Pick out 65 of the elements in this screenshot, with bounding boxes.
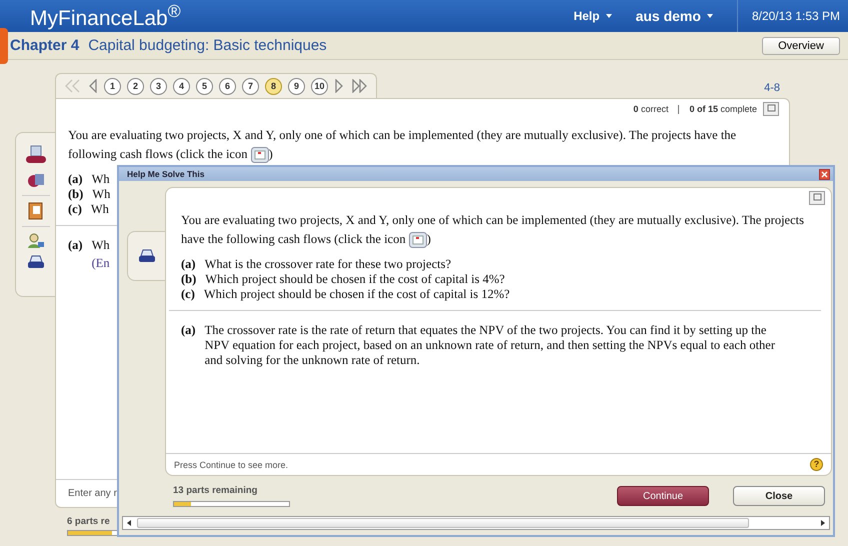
part-text: Wh <box>92 172 110 187</box>
side-tab[interactable] <box>127 231 165 281</box>
chapter-title: Capital budgeting: Basic techniques <box>88 37 327 54</box>
window-icon[interactable] <box>763 102 779 116</box>
window-icon[interactable] <box>809 191 825 205</box>
hint-text: (En <box>92 256 110 271</box>
close-icon[interactable] <box>819 168 830 180</box>
menu-button[interactable]: aus demo <box>636 8 713 24</box>
person-icon[interactable] <box>26 233 44 249</box>
part-letter: (a) <box>181 257 196 272</box>
question-number[interactable]: 3 <box>150 78 167 94</box>
question-number[interactable]: 4 <box>173 78 190 94</box>
horizontal-scrollbar[interactable] <box>122 516 830 530</box>
complete-count: 0 of 15 complete <box>689 104 757 114</box>
table-icon[interactable] <box>250 147 269 164</box>
part-letter: (c) <box>68 202 82 217</box>
printer-icon[interactable] <box>26 255 44 269</box>
previous-icon[interactable] <box>88 79 98 93</box>
part-letter: (a) <box>68 172 83 187</box>
caret-icon <box>706 14 713 18</box>
part-letter: (a) <box>68 238 83 254</box>
printer-icon[interactable] <box>138 249 156 263</box>
part-text: Wh <box>90 202 109 217</box>
scroll-left-icon[interactable] <box>125 519 133 527</box>
scroll-thumb[interactable] <box>137 518 749 528</box>
question-number[interactable]: 5 <box>196 78 213 94</box>
parts-remaining: 13 parts remaining <box>173 485 258 496</box>
continue-hint: Press Continue to see more. <box>174 460 288 470</box>
part-letter: (c) <box>181 287 195 302</box>
last-icon[interactable] <box>350 79 368 93</box>
part-text: Wh <box>92 187 110 202</box>
part-text: What is the crossover rate for these two projects? <box>204 257 452 272</box>
correct-count: 0 correct <box>633 104 668 114</box>
question-number[interactable]: 9 <box>288 78 305 94</box>
question-number[interactable]: 2 <box>127 78 144 94</box>
part-text: Which project should be chosen if the cost of capital is 12%? <box>204 287 510 302</box>
overview-button[interactable]: Overview <box>762 36 840 54</box>
question-text: You are evaluating two projects, X and Y, only one of which can be implemented (they are mutually exclusive). The projects have the following cash flows (click the icon ) <box>181 211 821 249</box>
logo: MyFinanceLab$^{®}$ <box>30 1 181 31</box>
part-letter: (b) <box>68 187 84 202</box>
notebook-icon[interactable] <box>28 202 44 220</box>
menu-button[interactable]: Help <box>574 9 612 23</box>
part-letter: (b) <box>181 272 196 287</box>
explanation-text: The crossover rate is the rate of return that equates the NPV of the two projects. You can find it by setting up the NPV equation for each project, based on an unknown rate of return, and then setting the NPVs equal to each other and solving for the unknown rate of return. <box>204 323 776 368</box>
part-text: Which project should be chosen if the cost of capital is 4%? <box>205 272 505 287</box>
question-number[interactable]: 1 <box>104 78 121 94</box>
table-icon[interactable] <box>408 232 427 248</box>
scroll-right-icon[interactable] <box>819 519 827 527</box>
close-button[interactable]: Close <box>733 486 825 506</box>
question-number[interactable]: 7 <box>242 78 259 94</box>
help-button[interactable]: ? <box>810 458 823 471</box>
dialog-title: Help Me Solve This <box>127 169 204 179</box>
parts-remaining: 6 parts re <box>67 516 110 527</box>
entry-hint: Enter any r <box>68 488 117 499</box>
question-number[interactable]: 10 <box>311 78 328 94</box>
part-letter: (a) <box>181 323 196 339</box>
question-number[interactable]: 8 <box>265 78 282 94</box>
part-text: Wh <box>92 238 110 253</box>
question-number[interactable]: 6 <box>219 78 236 94</box>
caret-icon <box>606 14 612 18</box>
continue-button[interactable]: Continue <box>617 486 709 506</box>
chapter-number: Chapter 4 <box>10 37 80 54</box>
question-text: You are evaluating two projects, X and Y, only one of which can be implemented (they are mutually exclusive). The projects have the following cash flows (click the icon ) <box>68 126 779 164</box>
next-icon[interactable] <box>334 79 344 93</box>
section-number: 4-8 <box>764 82 780 94</box>
